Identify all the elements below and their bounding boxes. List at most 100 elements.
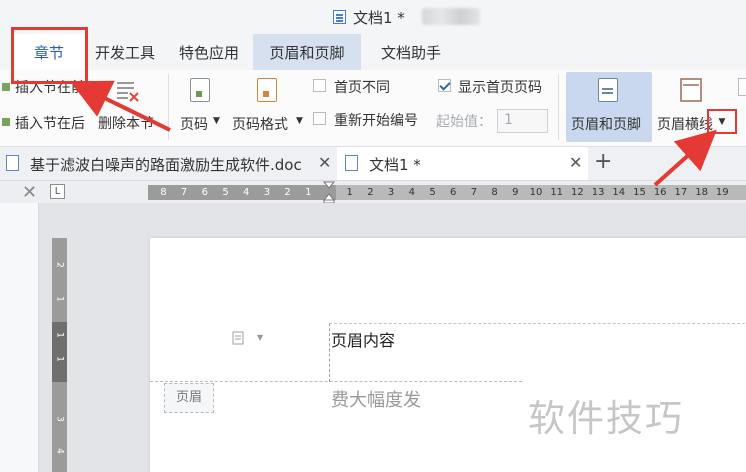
watermark-text: 软件技巧 bbox=[528, 397, 684, 440]
header-footer-button[interactable]: 页眉和页脚 bbox=[566, 72, 652, 142]
ruler-tick: 13 bbox=[591, 187, 605, 198]
ruler-tick: 18 bbox=[695, 187, 708, 198]
delete-section-icon bbox=[117, 82, 139, 102]
close-icon[interactable]: ✕ bbox=[318, 153, 331, 172]
restart-numbering-checkbox[interactable]: 重新开始编号 bbox=[312, 111, 432, 129]
header-options-icon[interactable] bbox=[232, 331, 246, 345]
ribbon-separator bbox=[168, 74, 169, 140]
blurred-user-info bbox=[422, 8, 480, 25]
page-number-format-label: 页码格式 bbox=[232, 117, 288, 133]
ribbon-separator bbox=[558, 74, 559, 140]
header-boundary-line bbox=[150, 381, 522, 382]
ruler-tick: 1 bbox=[54, 296, 65, 302]
page-number-glyph bbox=[196, 91, 202, 97]
ruler-tick: 15 bbox=[633, 187, 646, 198]
ruler-tick: 6 bbox=[450, 187, 457, 198]
ruler-tick: 3 bbox=[263, 187, 271, 198]
insert-after-icon bbox=[2, 118, 10, 126]
insert-section-after-button[interactable]: 插入节在后 bbox=[0, 112, 95, 132]
chevron-down-icon: ▼ bbox=[213, 116, 220, 126]
new-tab-icon[interactable]: + bbox=[594, 149, 612, 174]
header-horizontal-line-label: 页眉横线 bbox=[657, 117, 713, 133]
document-tab-label: 基于滤波白噪声的路面激励生成软件.doc bbox=[30, 156, 302, 174]
page-number-format-button[interactable]: 页码格式 ▼ bbox=[231, 76, 305, 136]
ruler-tick: 12 bbox=[571, 187, 584, 198]
page-number-format-icon bbox=[257, 78, 277, 102]
start-value-label: 起始值： bbox=[436, 114, 492, 130]
ruler-tick: 9 bbox=[512, 187, 519, 198]
ruler-tick: 3 bbox=[54, 416, 65, 422]
delete-section-label: 删除本节 bbox=[98, 116, 154, 132]
insert-after-label: 插入节在后 bbox=[15, 116, 85, 132]
chevron-down-icon: ▼ bbox=[296, 116, 303, 126]
chevron-down-icon[interactable]: ▼ bbox=[257, 333, 263, 342]
show-first-page-number-box[interactable] bbox=[438, 79, 451, 92]
ruler-tick: 2 bbox=[367, 187, 374, 198]
word-file-icon bbox=[6, 155, 19, 171]
ruler-tick: 4 bbox=[243, 187, 250, 198]
ruler-tick: 5 bbox=[429, 187, 436, 198]
ruler-tick: 17 bbox=[674, 187, 688, 198]
first-page-different-label: 首页不同 bbox=[334, 80, 390, 96]
annotation-highlight-box bbox=[707, 109, 737, 134]
page-format-glyph bbox=[263, 91, 269, 97]
insert-before-icon bbox=[2, 83, 10, 91]
first-page-different-checkbox[interactable]: 首页不同 bbox=[312, 78, 402, 96]
word-file-icon bbox=[345, 155, 358, 171]
ruler-tick: 1 bbox=[54, 332, 65, 338]
document-tab-strip: 基于滤波白噪声的路面激励生成软件.doc ✕ 文档1 * ✕ + bbox=[0, 147, 746, 181]
first-page-different-box[interactable] bbox=[313, 79, 326, 92]
ruler-tick: 11 bbox=[550, 187, 564, 198]
ruler-tick: 14 bbox=[612, 187, 626, 198]
restart-numbering-box[interactable] bbox=[313, 112, 326, 125]
page-number-button[interactable]: 页码 ▼ bbox=[178, 76, 226, 136]
document-tab-label: 文档1 * bbox=[369, 156, 421, 174]
tab-developer-tools[interactable]: 开发工具 bbox=[92, 34, 158, 70]
ruler-tick: 4 bbox=[408, 187, 415, 198]
ruler-tick: 8 bbox=[160, 187, 167, 198]
ruler-tick: 1 bbox=[346, 187, 353, 198]
tab-document-assistant[interactable]: 文档助手 bbox=[373, 34, 449, 70]
ruler-tick: 3 bbox=[387, 187, 395, 198]
start-value-input[interactable]: 1 bbox=[497, 109, 548, 133]
ruler-tick: 7 bbox=[180, 187, 188, 198]
show-first-page-number-label: 显示首页页码 bbox=[458, 80, 542, 96]
tab-header-footer[interactable]: 页眉和页脚 bbox=[253, 34, 361, 70]
ribbon-partial-icon bbox=[738, 78, 746, 96]
ruler-tick: 10 bbox=[529, 187, 543, 198]
horizontal-ruler-ticks: 8 7 6 5 4 3 2 1 1 2 3 4 5 6 7 8 9 10 11 12 13 14 15 16 17 18 19 bbox=[0, 185, 746, 200]
header-line-icon bbox=[680, 78, 702, 102]
menu-bar: 章节 开发工具 特色应用 页眉和页脚 文档助手 bbox=[0, 34, 746, 71]
navigation-pane bbox=[0, 203, 39, 472]
ruler-tick: 4 bbox=[54, 448, 65, 454]
close-icon[interactable]: ✕ bbox=[569, 153, 582, 172]
body-text[interactable]: 费大幅度发 bbox=[331, 386, 421, 412]
ruler-tick: 19 bbox=[715, 187, 729, 198]
header-footer-icon bbox=[598, 78, 618, 102]
ruler-tick: 8 bbox=[491, 187, 498, 198]
restart-numbering-label: 重新开始编号 bbox=[334, 113, 418, 129]
ruler-tick: 7 bbox=[470, 187, 478, 198]
annotation-highlight-box bbox=[11, 27, 88, 84]
ruler-tick: 16 bbox=[653, 187, 667, 198]
page-number-icon bbox=[190, 78, 210, 102]
document-icon bbox=[333, 10, 346, 24]
ruler-tick: 1 bbox=[54, 356, 65, 362]
ruler-tick: 6 bbox=[201, 187, 208, 198]
tab-special-features[interactable]: 特色应用 bbox=[176, 34, 242, 70]
header-label-tag: 页眉 bbox=[164, 383, 214, 413]
indent-marker-icon[interactable] bbox=[323, 181, 335, 203]
document-tab-active[interactable]: 文档1 * ✕ bbox=[337, 147, 588, 180]
delete-section-button[interactable]: 删除本节 bbox=[96, 78, 162, 134]
ruler-tick: 2 bbox=[54, 262, 65, 268]
header-footer-label: 页眉和页脚 bbox=[571, 117, 641, 133]
ruler-tick: 1 bbox=[305, 187, 312, 198]
vertical-ruler-ticks: 2 1 1 1 3 4 bbox=[52, 238, 67, 472]
ruler-tick: 5 bbox=[222, 187, 229, 198]
window-title: 文档1 * bbox=[353, 9, 405, 27]
document-tab[interactable]: 基于滤波白噪声的路面激励生成软件.doc ✕ bbox=[0, 147, 336, 180]
ruler-tick: 2 bbox=[284, 187, 291, 198]
show-first-page-number-checkbox[interactable]: 显示首页页码 bbox=[437, 78, 552, 96]
header-content-text[interactable]: 页眉内容 bbox=[331, 327, 395, 351]
page-number-label: 页码 bbox=[180, 117, 208, 133]
